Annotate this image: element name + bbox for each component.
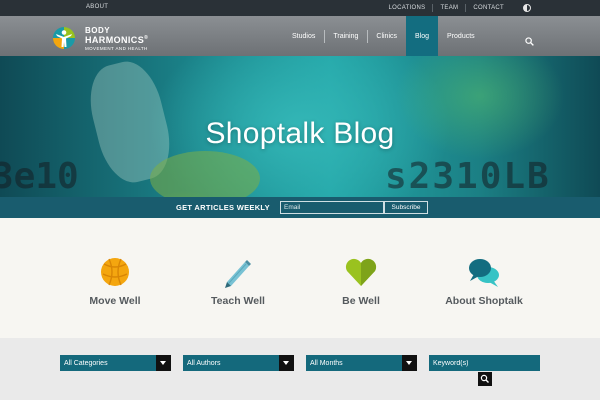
brand-line-1: BODY bbox=[85, 26, 111, 35]
category-teach-well[interactable]: Teach Well bbox=[178, 256, 298, 307]
chevron-down-icon[interactable] bbox=[156, 355, 171, 371]
chevron-down-icon[interactable] bbox=[402, 355, 417, 371]
search-icon[interactable] bbox=[525, 37, 534, 46]
category-filter-select[interactable]: All Categories bbox=[60, 355, 171, 371]
select-value: All Months bbox=[310, 359, 343, 367]
brand-wordmark[interactable]: BODY HARMONICS® MOVEMENT AND HEALTH bbox=[85, 27, 148, 52]
pencil-icon bbox=[225, 260, 251, 288]
contrast-toggle-icon[interactable] bbox=[523, 4, 531, 12]
nav-item-clinics[interactable]: Clinics bbox=[367, 16, 406, 56]
chevron-down-icon[interactable] bbox=[279, 355, 294, 371]
nav-item-blog[interactable]: Blog bbox=[406, 16, 439, 56]
subscribe-button[interactable]: Subscribe bbox=[384, 201, 428, 214]
keyword-search-button[interactable] bbox=[478, 372, 492, 386]
newsletter-bar: GET ARTICLES WEEKLY Subscribe bbox=[0, 197, 600, 218]
category-label: Be Well bbox=[342, 295, 380, 307]
locations-link[interactable]: LOCATIONS bbox=[389, 5, 426, 11]
nav-menu: Studios Training Clinics Blog Products bbox=[283, 16, 484, 56]
figure-logo-icon[interactable] bbox=[52, 26, 82, 50]
nav-item-studios[interactable]: Studios bbox=[283, 16, 324, 56]
divider bbox=[465, 4, 467, 12]
hero-background-text: 3e10 bbox=[0, 156, 79, 197]
category-label: Teach Well bbox=[211, 295, 265, 307]
month-filter-select[interactable]: All Months bbox=[306, 355, 417, 371]
category-move-well[interactable]: Move Well bbox=[55, 256, 175, 307]
hero-banner: 3e10 s2310LB Shoptalk Blog bbox=[0, 56, 600, 197]
author-filter-select[interactable]: All Authors bbox=[183, 355, 294, 371]
speech-bubbles-icon bbox=[469, 259, 499, 287]
category-label: Move Well bbox=[89, 295, 141, 307]
nav-item-products[interactable]: Products bbox=[438, 16, 484, 56]
email-field[interactable] bbox=[280, 201, 384, 214]
filter-bar: All Categories All Authors All Months bbox=[0, 338, 600, 400]
category-label: About Shoptalk bbox=[445, 295, 523, 307]
select-value: All Authors bbox=[187, 359, 221, 367]
newsletter-label: GET ARTICLES WEEKLY bbox=[176, 203, 270, 212]
heart-icon bbox=[345, 258, 377, 286]
divider bbox=[432, 4, 434, 12]
utility-links: LOCATIONS TEAM CONTACT bbox=[389, 4, 504, 12]
select-value: All Categories bbox=[64, 359, 108, 367]
main-navigation: BODY HARMONICS® MOVEMENT AND HEALTH Stud… bbox=[0, 16, 600, 56]
brand-line-2: HARMONICS® bbox=[85, 35, 149, 45]
about-link[interactable]: ABOUT bbox=[86, 4, 108, 10]
category-about-shoptalk[interactable]: About Shoptalk bbox=[424, 256, 544, 307]
hero-background-text: s2310LB bbox=[385, 156, 551, 197]
category-be-well[interactable]: Be Well bbox=[301, 256, 421, 307]
page-title: Shoptalk Blog bbox=[205, 117, 395, 150]
hero-background-shape bbox=[150, 151, 260, 197]
team-link[interactable]: TEAM bbox=[440, 5, 458, 11]
nav-item-training[interactable]: Training bbox=[324, 16, 367, 56]
ball-icon bbox=[101, 258, 129, 286]
brand-tagline: MOVEMENT AND HEALTH bbox=[85, 46, 148, 51]
top-utility-bar: ABOUT LOCATIONS TEAM CONTACT bbox=[0, 0, 600, 16]
keyword-input[interactable] bbox=[429, 355, 540, 371]
search-icon bbox=[480, 374, 489, 383]
contact-link[interactable]: CONTACT bbox=[473, 5, 504, 11]
category-section: Move Well Teach Well Be Well About Shopt… bbox=[0, 218, 600, 338]
